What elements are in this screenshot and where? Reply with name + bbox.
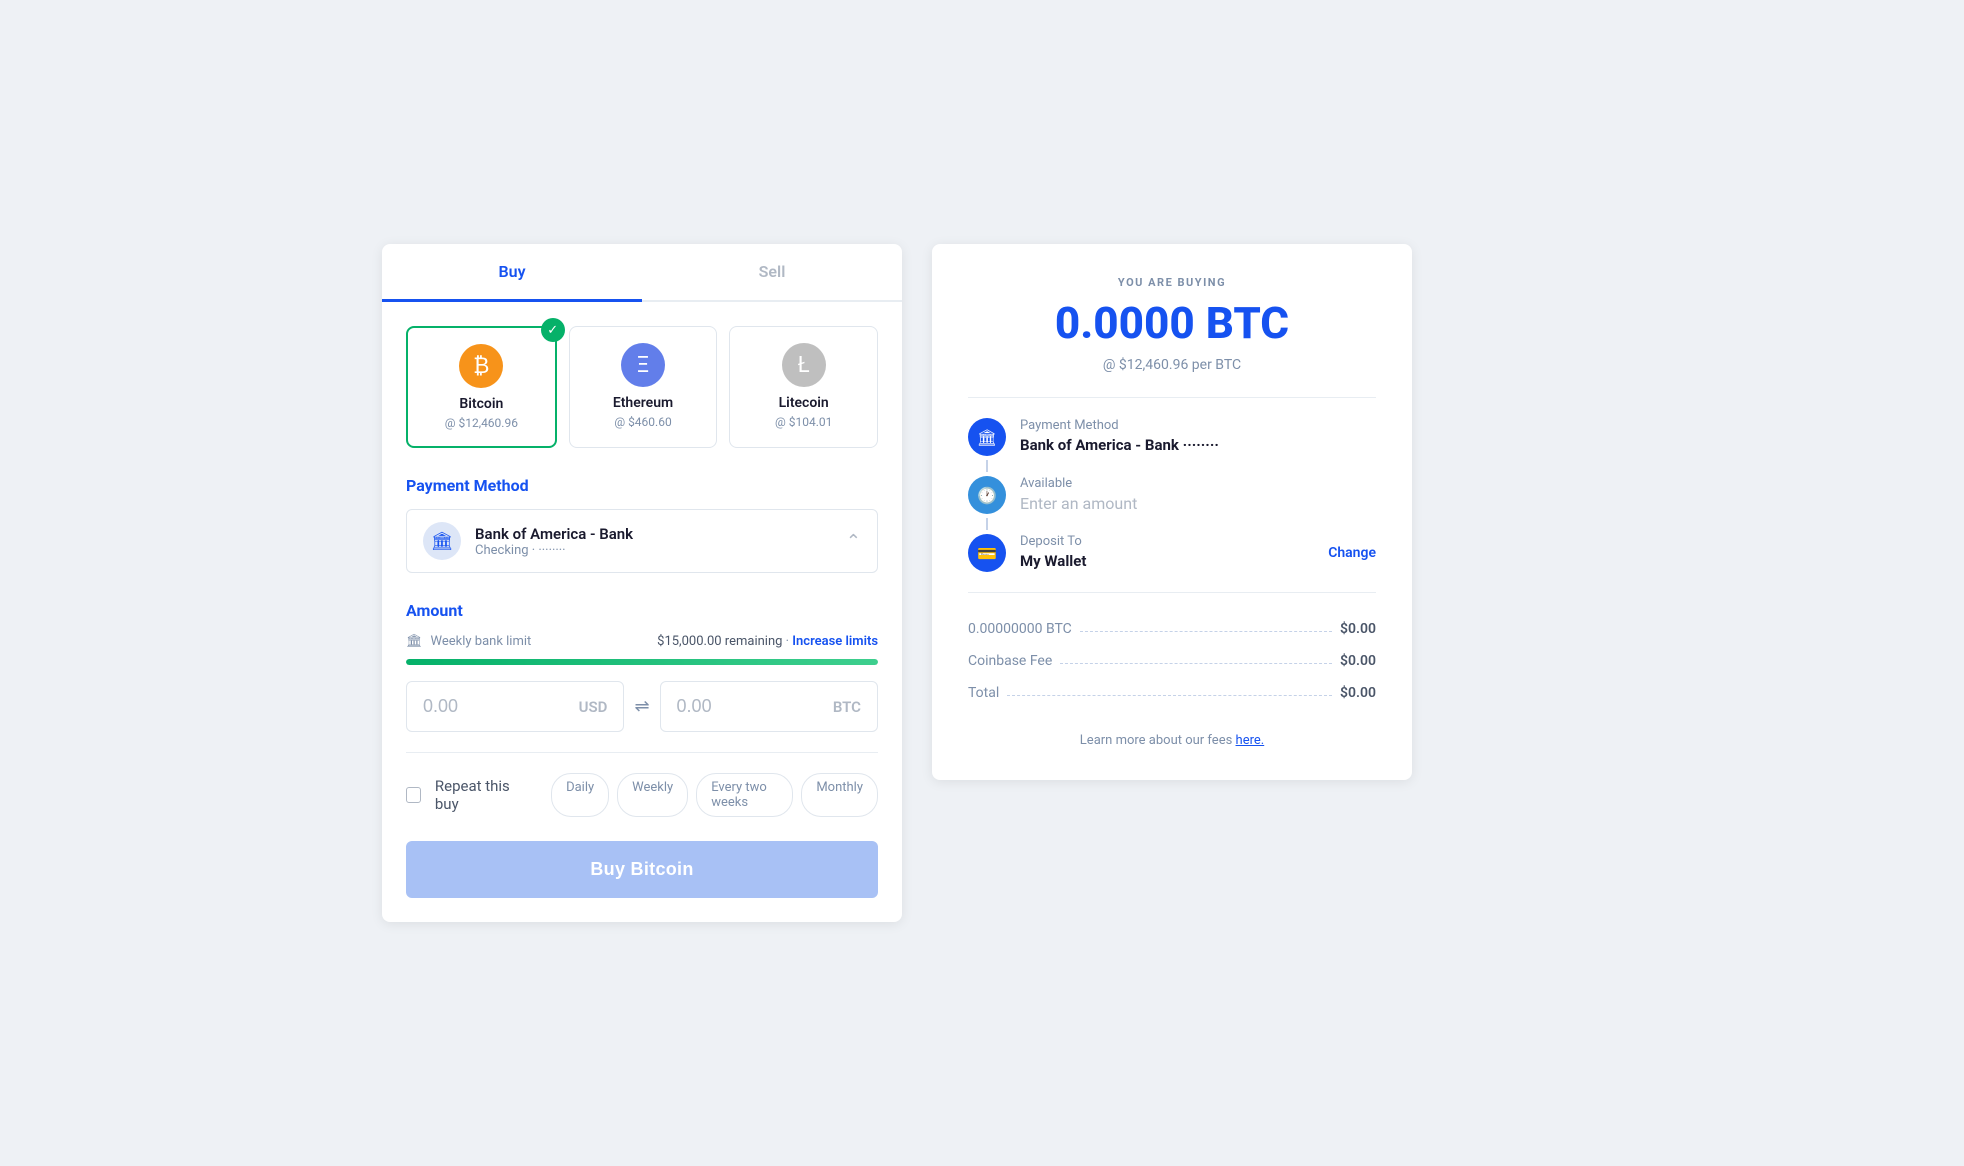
bank-sub: Checking · ········ (475, 543, 846, 558)
summary-total-label: Total (968, 685, 999, 701)
progress-bar (406, 659, 878, 665)
summary-btc-value: $0.00 (1340, 621, 1376, 637)
bitcoin-icon: ₿ (459, 344, 503, 388)
left-panel: Buy Sell ✓ ₿ Bitcoin @ $12,460.96 Ξ Ethe… (382, 244, 902, 922)
btc-input[interactable] (677, 696, 833, 717)
tab-buy[interactable]: Buy (382, 244, 642, 302)
litecoin-price: @ $104.01 (742, 415, 865, 429)
summary-dots-1 (1080, 631, 1332, 632)
crypto-cards: ✓ ₿ Bitcoin @ $12,460.96 Ξ Ethereum @ $4… (406, 326, 878, 448)
bitcoin-name: Bitcoin (420, 396, 543, 412)
main-container: Buy Sell ✓ ₿ Bitcoin @ $12,460.96 Ξ Ethe… (382, 244, 1582, 922)
limit-left: 🏛 Weekly bank limit (406, 634, 531, 649)
right-wallet-icon: 💳 (968, 534, 1006, 572)
selected-check-icon: ✓ (541, 318, 565, 342)
increase-limits-link[interactable]: Increase limits (792, 634, 878, 649)
crypto-card-ethereum[interactable]: Ξ Ethereum @ $460.60 (569, 326, 718, 448)
tab-sell[interactable]: Sell (642, 244, 902, 300)
right-available-value: Enter an amount (1020, 494, 1376, 513)
repeat-row: Repeat this buy Daily Weekly Every two w… (406, 773, 878, 817)
summary-total-value: $0.00 (1340, 685, 1376, 701)
amount-section: Amount 🏛 Weekly bank limit $15,000.00 re… (406, 601, 878, 732)
right-payment-method-row: 🏛 Payment Method Bank of America - Bank … (968, 418, 1376, 456)
right-panel: YOU ARE BUYING 0.0000 BTC @ $12,460.96 p… (932, 244, 1412, 780)
amount-inputs: USD ⇌ BTC (406, 681, 878, 732)
summary-fee-label: Coinbase Fee (968, 653, 1052, 669)
chevron-icon: ⌃ (846, 531, 861, 552)
learn-more: Learn more about our fees here. (968, 733, 1376, 748)
right-payment-value: Bank of America - Bank ········ (1020, 436, 1376, 454)
right-divider-2 (968, 592, 1376, 593)
right-available-row: 🕐 Available Enter an amount (968, 476, 1376, 514)
repeat-label: Repeat this buy (435, 777, 529, 813)
right-deposit-value: My Wallet (1020, 552, 1314, 570)
repeat-every-two-weeks[interactable]: Every two weeks (696, 773, 793, 817)
repeat-options: Daily Weekly Every two weeks Monthly (551, 773, 878, 817)
right-bank-icon: 🏛 (968, 418, 1006, 456)
you-are-buying-label: YOU ARE BUYING (968, 276, 1376, 289)
learn-more-link[interactable]: here. (1236, 733, 1265, 748)
right-deposit-info: Deposit To My Wallet (1020, 534, 1314, 570)
summary-dots-2 (1060, 663, 1332, 664)
right-payment-info: Payment Method Bank of America - Bank ··… (1020, 418, 1376, 454)
tabs: Buy Sell (382, 244, 902, 302)
bank-name: Bank of America - Bank (475, 525, 846, 543)
crypto-card-bitcoin[interactable]: ✓ ₿ Bitcoin @ $12,460.96 (406, 326, 557, 448)
limit-remaining: $15,000.00 remaining (657, 634, 782, 649)
summary-dots-3 (1007, 695, 1332, 696)
limit-right: $15,000.00 remaining · Increase limits (657, 634, 878, 649)
change-deposit-link[interactable]: Change (1328, 545, 1376, 561)
payment-method-label: Payment Method (406, 476, 878, 495)
summary-row-btc: 0.00000000 BTC $0.00 (968, 613, 1376, 645)
summary-fee-value: $0.00 (1340, 653, 1376, 669)
learn-more-text: Learn more about our fees (1080, 733, 1233, 748)
btc-rate-display: @ $12,460.96 per BTC (968, 357, 1376, 373)
right-available-label: Available (1020, 476, 1376, 491)
right-available-info: Available Enter an amount (1020, 476, 1376, 513)
panel-content: ✓ ₿ Bitcoin @ $12,460.96 Ξ Ethereum @ $4… (382, 302, 902, 922)
bitcoin-price: @ $12,460.96 (420, 416, 543, 430)
btc-currency: BTC (833, 698, 861, 716)
litecoin-icon: Ł (782, 343, 826, 387)
divider-1 (406, 752, 878, 753)
progress-fill (406, 659, 878, 665)
bank-icon: 🏛 (423, 522, 461, 560)
ethereum-name: Ethereum (582, 395, 705, 411)
payment-method-selector[interactable]: 🏛 Bank of America - Bank Checking · ····… (406, 509, 878, 573)
crypto-card-litecoin[interactable]: Ł Litecoin @ $104.01 (729, 326, 878, 448)
btc-input-box: BTC (660, 681, 878, 732)
ethereum-price: @ $460.60 (582, 415, 705, 429)
repeat-daily[interactable]: Daily (551, 773, 609, 817)
usd-input[interactable] (423, 696, 579, 717)
usd-input-box: USD (406, 681, 624, 732)
right-divider-1 (968, 397, 1376, 398)
bank-info: Bank of America - Bank Checking · ······… (475, 525, 846, 558)
right-clock-icon: 🕐 (968, 476, 1006, 514)
limit-label: Weekly bank limit (431, 634, 532, 649)
summary-row-fee: Coinbase Fee $0.00 (968, 645, 1376, 677)
detail-rows: 🏛 Payment Method Bank of America - Bank … (968, 418, 1376, 572)
summary-row-total: Total $0.00 (968, 677, 1376, 709)
right-deposit-label: Deposit To (1020, 534, 1314, 549)
right-payment-label: Payment Method (1020, 418, 1376, 433)
repeat-weekly[interactable]: Weekly (617, 773, 688, 817)
litecoin-name: Litecoin (742, 395, 865, 411)
summary-btc-label: 0.00000000 BTC (968, 621, 1072, 637)
repeat-checkbox[interactable] (406, 787, 421, 803)
usd-currency: USD (579, 698, 608, 716)
summary-rows: 0.00000000 BTC $0.00 Coinbase Fee $0.00 … (968, 613, 1376, 709)
amount-label: Amount (406, 601, 878, 620)
ethereum-icon: Ξ (621, 343, 665, 387)
limit-row: 🏛 Weekly bank limit $15,000.00 remaining… (406, 634, 878, 649)
buy-bitcoin-button[interactable]: Buy Bitcoin (406, 841, 878, 898)
bank-limit-icon: 🏛 (406, 634, 423, 649)
btc-amount-display: 0.0000 BTC (968, 297, 1376, 349)
swap-icon[interactable]: ⇌ (634, 696, 649, 717)
repeat-monthly[interactable]: Monthly (801, 773, 878, 817)
right-deposit-row: 💳 Deposit To My Wallet Change (968, 534, 1376, 572)
